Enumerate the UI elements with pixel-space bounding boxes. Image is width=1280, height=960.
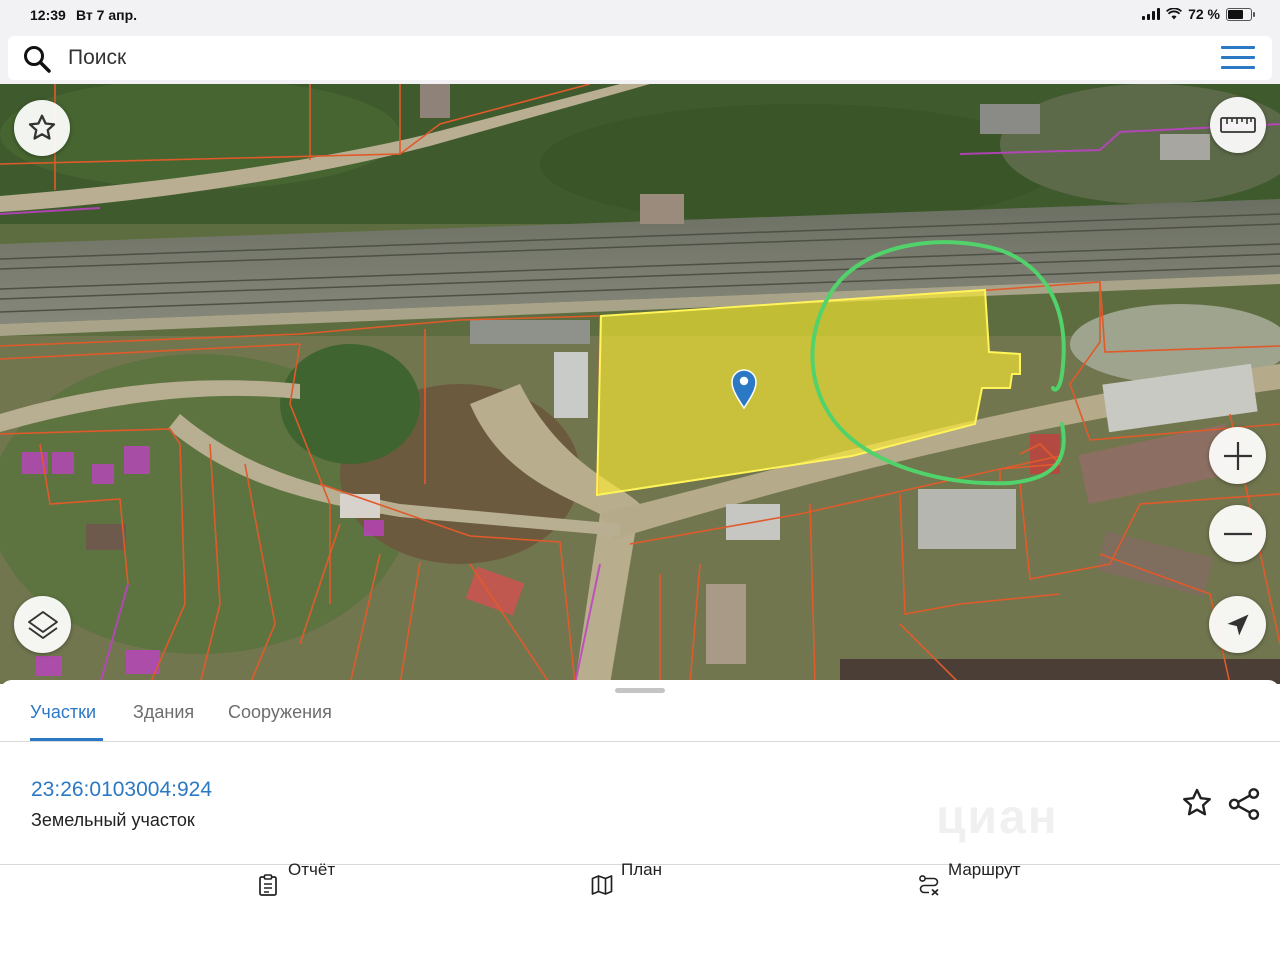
- wifi-icon: [1166, 8, 1183, 20]
- app-screen: 12:39 Вт 7 апр. 72 % Поиск Участки Здани…: [0, 0, 1280, 960]
- plan-label: План: [621, 860, 662, 879]
- search-bar: [8, 36, 1272, 80]
- tab-parcels[interactable]: Участки: [30, 702, 96, 723]
- clipboard-icon: [259, 874, 277, 896]
- plan-button[interactable]: План: [591, 860, 701, 900]
- ruler-button[interactable]: [1210, 97, 1266, 153]
- menu-icon[interactable]: [1221, 46, 1255, 72]
- status-indicators: 72 %: [1142, 6, 1255, 22]
- star-icon[interactable]: [1180, 786, 1214, 820]
- map-view[interactable]: [0, 84, 1280, 684]
- active-tab-indicator: [30, 738, 103, 741]
- star-icon: [28, 114, 56, 140]
- bottom-sheet: Участки Здания Сооружения циан 23:26:010…: [0, 680, 1280, 960]
- watermark: циан: [936, 791, 1059, 844]
- status-date: Вт 7 апр.: [76, 7, 138, 23]
- status-bar: 12:39 Вт 7 апр. 72 %: [0, 0, 1280, 32]
- location-arrow-icon: [1227, 614, 1248, 635]
- battery-icon: [1226, 7, 1255, 21]
- minus-icon: [1223, 532, 1252, 535]
- drag-handle[interactable]: [615, 688, 665, 693]
- battery-percent: 72 %: [1188, 6, 1220, 22]
- tab-bar: Участки Здания Сооружения: [0, 694, 1280, 742]
- satellite-map[interactable]: [0, 84, 1280, 684]
- object-type: Земельный участок: [31, 810, 195, 830]
- favorite-button[interactable]: [14, 100, 70, 156]
- locate-button[interactable]: [1209, 596, 1266, 653]
- layers-icon: [27, 610, 58, 639]
- route-button[interactable]: Маршрут: [918, 860, 1048, 900]
- route-label: Маршрут: [948, 860, 1021, 879]
- zoom-out-button[interactable]: [1209, 505, 1266, 562]
- report-button[interactable]: Отчёт: [258, 860, 368, 900]
- layers-button[interactable]: [14, 596, 71, 653]
- signal-icon: [1142, 8, 1161, 20]
- route-icon: [919, 875, 939, 896]
- tab-structures[interactable]: Сооружения: [228, 702, 332, 723]
- zoom-in-button[interactable]: [1209, 427, 1266, 484]
- search-bar-container: [0, 32, 1280, 84]
- report-label: Отчёт: [288, 860, 336, 879]
- map-icon: [591, 875, 613, 895]
- plus-icon: [1223, 441, 1252, 470]
- status-time: 12:39: [30, 7, 66, 23]
- tab-buildings[interactable]: Здания: [133, 702, 194, 723]
- cadastral-number[interactable]: 23:26:0103004:924: [31, 778, 212, 802]
- ruler-icon: [1220, 117, 1256, 133]
- search-icon[interactable]: [22, 44, 52, 74]
- search-input[interactable]: [68, 40, 1168, 76]
- share-icon[interactable]: [1226, 786, 1262, 822]
